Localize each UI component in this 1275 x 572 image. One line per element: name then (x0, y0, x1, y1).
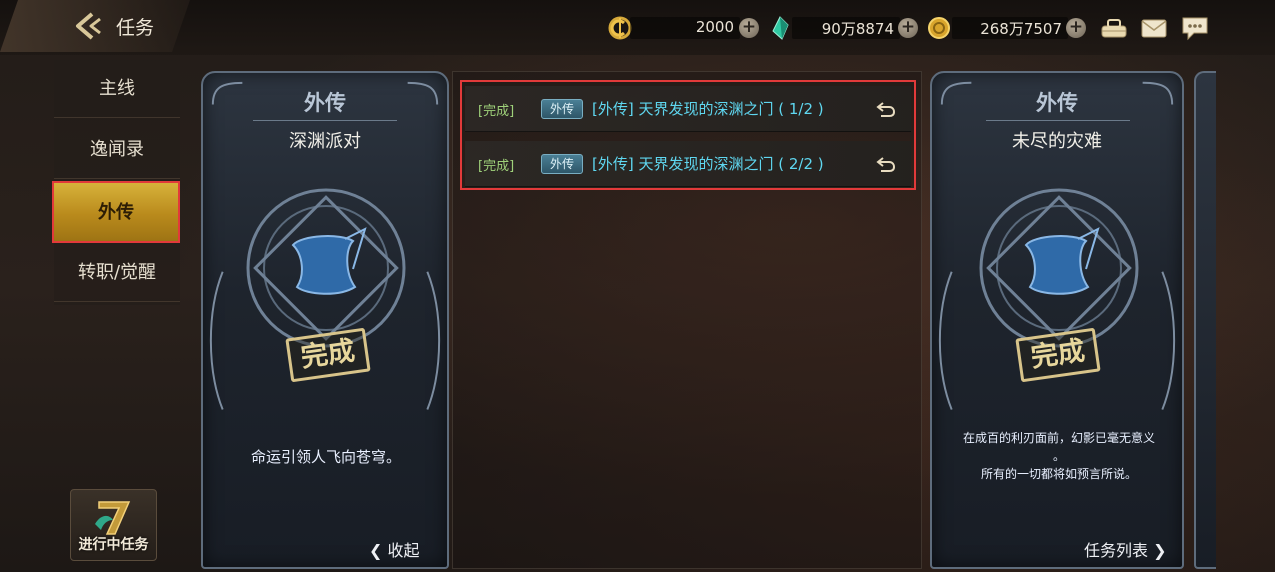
gold-coin-icon (928, 17, 950, 39)
top-bar: 任务 2000 + 90万8874 + 268万7507 + (0, 0, 1275, 55)
chat-icon[interactable] (1180, 14, 1210, 42)
quest-tag: 外传 (541, 99, 583, 119)
complete-stamp: 完成 (1015, 327, 1101, 383)
sidebar-item-side-story[interactable]: 外传 (52, 181, 180, 243)
card-description: 命运引领人飞向苍穹。 (250, 448, 401, 466)
chevron-right-icon: ❯ (1153, 541, 1167, 560)
in-progress-quests-button[interactable]: 进行中任务 (70, 489, 157, 561)
card-description-line: 。 (1052, 449, 1065, 463)
card-description: 在成百的利刃面前，幻影已毫无意义 。 所有的一切都将如预言所说。 (942, 429, 1176, 483)
card-description-line: 所有的一切都将如预言所说。 (980, 467, 1137, 481)
card-description-line: 在成百的利刃面前，幻影已毫无意义 (962, 431, 1155, 445)
card-title: 深渊派对 (289, 131, 361, 152)
quest-status: [完成] (478, 104, 515, 119)
complete-stamp: 完成 (285, 327, 371, 383)
quest-title: [外传] 天界发现的深渊之门 ( 1/2 ) (592, 100, 824, 118)
in-progress-label: 进行中任务 (78, 537, 149, 553)
quest-tag: 外传 (541, 154, 583, 174)
currency-value-1: 2000 (695, 18, 734, 36)
collapse-button[interactable]: ❮ 收起 (369, 537, 420, 561)
quest-card-2[interactable]: 外传 未尽的灾难 完成 在成百的利刃面前，幻影已毫无意义 。 所有的一切都将如预… (930, 71, 1184, 569)
card-kind: 外传 (1036, 91, 1078, 115)
return-icon[interactable] (875, 98, 897, 120)
quest-row-2[interactable]: [完成] 外传 [外传] 天界发现的深渊之门 ( 2/2 ) (465, 141, 911, 187)
chevron-left-icon: ❮ (369, 541, 383, 560)
return-icon[interactable] (875, 153, 897, 175)
currency-value-2: 90万8874 (821, 20, 894, 38)
scroll-icon (979, 188, 1139, 348)
quest-list-button[interactable]: 任务列表 ❯ (1084, 537, 1167, 561)
quest-list-label: 任务列表 (1084, 541, 1149, 560)
card-divider (253, 120, 397, 121)
add-currency-1-button[interactable]: + (739, 18, 759, 38)
add-currency-2-button[interactable]: + (898, 18, 918, 38)
card-divider (986, 120, 1130, 121)
next-card-peek[interactable] (1194, 71, 1216, 569)
sidebar-item-job-awakening[interactable]: 转职/觉醒 (54, 244, 180, 302)
card-title: 未尽的灾难 (1012, 131, 1102, 152)
quest-screen: 任务 2000 + 90万8874 + 268万7507 + 主线 逸闻录 外传… (0, 0, 1275, 572)
sidebar-item-anecdotes[interactable]: 逸闻录 (54, 121, 180, 179)
page-title: 任务 (116, 17, 155, 39)
quest-title: [外传] 天界发现的深渊之门 ( 2/2 ) (592, 155, 824, 173)
bag-icon[interactable] (1099, 14, 1129, 42)
currency-value-3: 268万7507 (980, 20, 1062, 38)
quest-status: [完成] (478, 159, 515, 174)
card-kind: 外传 (304, 91, 346, 115)
quest-card-1[interactable]: 外传 深渊派对 完成 命运引领人飞向苍穹。 ❮ 收起 (201, 71, 449, 569)
back-arrow-icon[interactable] (72, 10, 104, 42)
crystal-icon (772, 16, 789, 40)
quest-row-1[interactable]: [完成] 外传 [外传] 天界发现的深渊之门 ( 1/2 ) (465, 86, 911, 132)
add-currency-3-button[interactable]: + (1066, 18, 1086, 38)
scroll-icon (246, 188, 406, 348)
mail-icon[interactable] (1139, 14, 1169, 42)
collapse-label: 收起 (387, 541, 420, 560)
sidebar-item-main[interactable]: 主线 (54, 60, 180, 118)
